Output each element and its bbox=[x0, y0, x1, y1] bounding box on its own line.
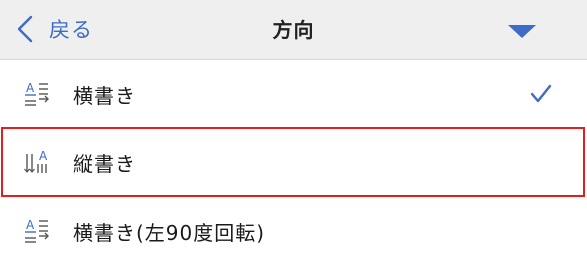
dropdown-button[interactable] bbox=[498, 14, 546, 48]
back-label: 戻る bbox=[49, 18, 93, 42]
option-horizontal[interactable]: A 横書き bbox=[0, 62, 587, 126]
text-direction-panel: 戻る 方向 A 横書き A 縦書き A 横書き(左90度回転) bbox=[0, 0, 587, 263]
vertical-text-icon: A bbox=[24, 149, 48, 173]
navigation-bar: 戻る 方向 bbox=[0, 0, 587, 60]
svg-text:A: A bbox=[39, 149, 48, 163]
caret-down-icon bbox=[508, 25, 536, 38]
option-label: 横書き(左90度回転) bbox=[73, 220, 266, 245]
horizontal-text-icon: A bbox=[25, 218, 49, 243]
option-vertical[interactable]: A 縦書き bbox=[0, 127, 587, 197]
option-horizontal-rotated[interactable]: A 横書き(左90度回転) bbox=[0, 199, 587, 263]
option-label: 縦書き bbox=[73, 151, 136, 176]
svg-text:A: A bbox=[26, 81, 35, 95]
horizontal-text-icon: A bbox=[25, 81, 49, 106]
option-label: 横書き bbox=[73, 83, 136, 108]
back-button[interactable]: 戻る bbox=[14, 11, 93, 47]
chevron-left-icon bbox=[17, 15, 33, 43]
svg-text:A: A bbox=[26, 218, 35, 232]
checkmark-icon bbox=[530, 84, 552, 103]
